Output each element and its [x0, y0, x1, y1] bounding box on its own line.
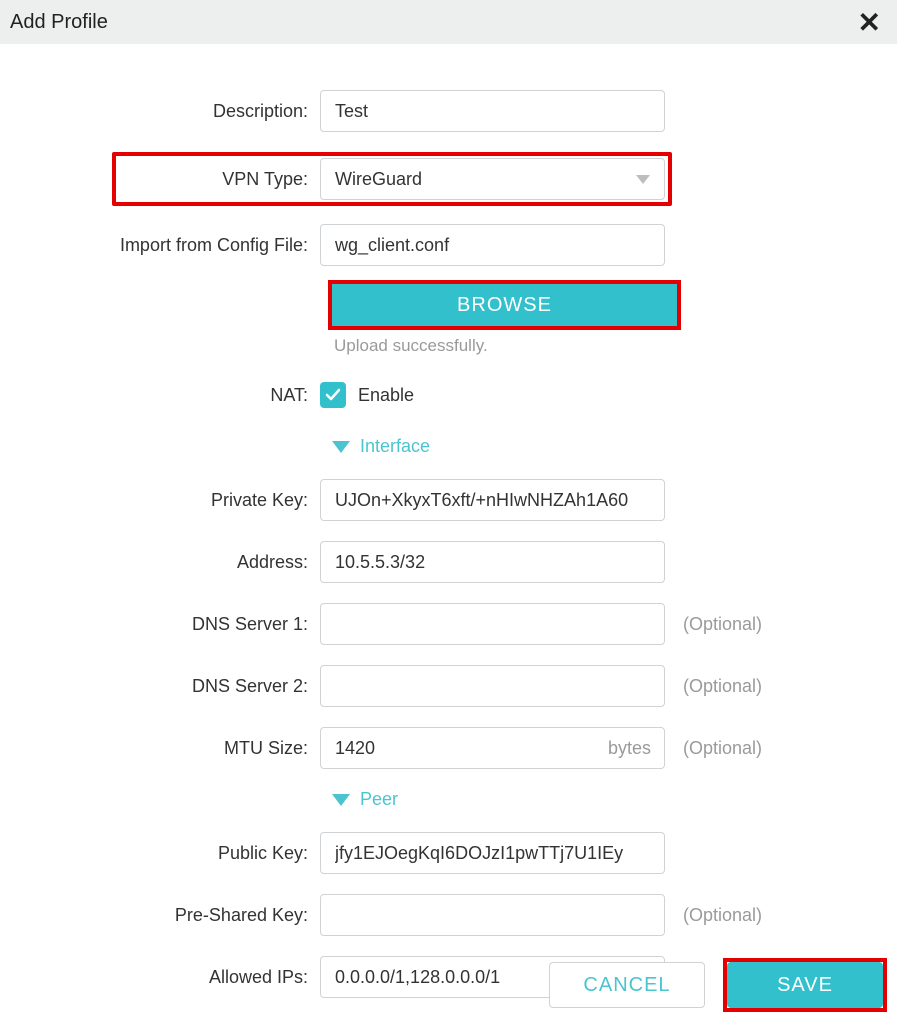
- highlight-vpn-type: VPN Type: WireGuard: [112, 152, 672, 206]
- dns2-optional: (Optional): [665, 676, 762, 697]
- save-button[interactable]: SAVE: [727, 962, 883, 1008]
- private-key-input[interactable]: [320, 479, 665, 521]
- address-input[interactable]: [320, 541, 665, 583]
- close-icon[interactable]: ✕: [858, 6, 881, 39]
- label-vpn-type: VPN Type:: [116, 169, 320, 190]
- row-description: Description:: [0, 90, 897, 132]
- section-interface-toggle[interactable]: Interface: [332, 436, 897, 457]
- psk-input[interactable]: [320, 894, 665, 936]
- chevron-down-icon: [636, 175, 650, 184]
- row-nat: NAT: Enable: [0, 382, 897, 408]
- description-input[interactable]: [320, 90, 665, 132]
- section-peer-label: Peer: [360, 789, 398, 810]
- psk-optional: (Optional): [665, 905, 762, 926]
- section-interface-label: Interface: [360, 436, 430, 457]
- row-mtu: MTU Size: bytes (Optional): [0, 727, 897, 769]
- row-vpn-type: VPN Type: WireGuard: [0, 152, 897, 206]
- label-address: Address:: [0, 552, 320, 573]
- dialog-footer: CANCEL SAVE: [549, 958, 887, 1012]
- mtu-optional: (Optional): [665, 738, 762, 759]
- label-dns2: DNS Server 2:: [0, 676, 320, 697]
- dialog-titlebar: Add Profile ✕: [0, 0, 897, 44]
- browse-button[interactable]: BROWSE: [332, 284, 677, 326]
- row-dns1: DNS Server 1: (Optional): [0, 603, 897, 645]
- nat-enable-label: Enable: [358, 385, 414, 406]
- triangle-down-icon: [332, 794, 350, 806]
- label-private-key: Private Key:: [0, 490, 320, 511]
- row-psk: Pre-Shared Key: (Optional): [0, 894, 897, 936]
- label-psk: Pre-Shared Key:: [0, 905, 320, 926]
- row-address: Address:: [0, 541, 897, 583]
- row-dns2: DNS Server 2: (Optional): [0, 665, 897, 707]
- section-peer-toggle[interactable]: Peer: [332, 789, 897, 810]
- cancel-button[interactable]: CANCEL: [549, 962, 705, 1008]
- label-public-key: Public Key:: [0, 843, 320, 864]
- label-allowed-ips: Allowed IPs:: [0, 967, 320, 988]
- row-private-key: Private Key:: [0, 479, 897, 521]
- dialog-title: Add Profile: [10, 11, 108, 34]
- row-public-key: Public Key:: [0, 832, 897, 874]
- vpn-type-value: WireGuard: [335, 169, 422, 190]
- import-file-input[interactable]: [320, 224, 665, 266]
- dns2-input[interactable]: [320, 665, 665, 707]
- dns1-input[interactable]: [320, 603, 665, 645]
- label-nat: NAT:: [0, 385, 320, 406]
- add-profile-form: Description: VPN Type: WireGuard Import …: [0, 44, 897, 998]
- triangle-down-icon: [332, 441, 350, 453]
- public-key-input[interactable]: [320, 832, 665, 874]
- upload-status-text: Upload successfully.: [334, 336, 897, 356]
- mtu-input[interactable]: [320, 727, 665, 769]
- dns1-optional: (Optional): [665, 614, 762, 635]
- highlight-browse: BROWSE: [328, 280, 681, 330]
- vpn-type-select[interactable]: WireGuard: [320, 158, 665, 200]
- check-icon: [325, 387, 341, 403]
- label-mtu: MTU Size:: [0, 738, 320, 759]
- label-description: Description:: [0, 101, 320, 122]
- label-dns1: DNS Server 1:: [0, 614, 320, 635]
- nat-enable-checkbox[interactable]: [320, 382, 346, 408]
- row-import: Import from Config File:: [0, 224, 897, 266]
- highlight-save: SAVE: [723, 958, 887, 1012]
- label-import: Import from Config File:: [0, 235, 320, 256]
- row-browse: BROWSE: [328, 280, 897, 330]
